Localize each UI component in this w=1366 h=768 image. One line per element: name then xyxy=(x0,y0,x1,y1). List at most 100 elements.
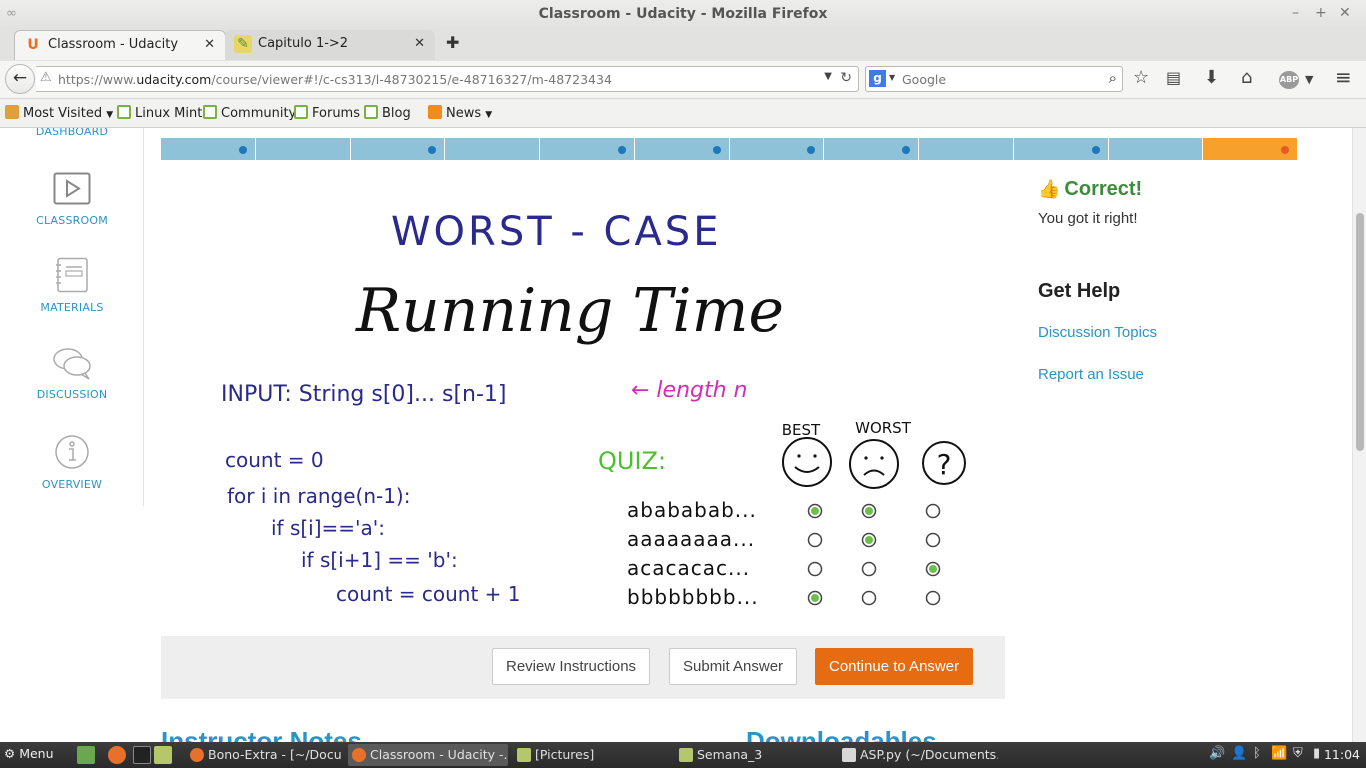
google-engine-icon[interactable]: g xyxy=(869,70,886,87)
page-scrollbar[interactable] xyxy=(1352,128,1366,742)
quiz-choice-radio[interactable] xyxy=(925,590,941,606)
user-icon[interactable]: 👤 xyxy=(1231,746,1247,761)
progress-segment[interactable] xyxy=(919,138,1013,160)
minimize-icon[interactable]: – xyxy=(1292,5,1299,21)
bookmark-blog[interactable]: Blog xyxy=(364,105,411,121)
close-tab-icon[interactable]: ✕ xyxy=(414,36,425,51)
sidebar-item-materials[interactable]: MATERIALS xyxy=(0,257,144,314)
engine-dropdown-icon[interactable]: ▼ xyxy=(889,73,895,82)
taskbar-window[interactable]: [Pictures] xyxy=(513,744,669,766)
quiz-choice-selected-mark xyxy=(811,507,819,515)
volume-icon[interactable]: 🔊 xyxy=(1209,746,1225,761)
progress-segment[interactable] xyxy=(634,138,729,160)
downloads-icon[interactable]: ⬇ xyxy=(1204,67,1219,88)
firefox-icon xyxy=(352,748,366,762)
shield-icon[interactable]: ⛨ xyxy=(1293,746,1303,761)
sidebar-item-classroom[interactable]: CLASSROOM xyxy=(0,172,144,227)
quiz-choice-radio[interactable] xyxy=(861,561,877,577)
mint-icon xyxy=(117,105,131,119)
terminal-launcher-icon[interactable] xyxy=(133,746,151,764)
quiz-choice-selected-mark xyxy=(865,507,873,515)
sidebar-item-discussion[interactable]: DISCUSSION xyxy=(0,346,144,401)
tab-label: Capitulo 1->2 xyxy=(258,36,349,51)
bookmark-star-icon[interactable]: ☆ xyxy=(1133,67,1149,88)
start-menu-button[interactable]: ⚙ Menu xyxy=(4,746,54,761)
quiz-choice-radio[interactable] xyxy=(807,532,823,548)
progress-segment[interactable] xyxy=(824,138,918,160)
back-button[interactable]: ← xyxy=(5,64,35,94)
report-issue-link[interactable]: Report an Issue xyxy=(1038,366,1144,383)
submit-answer-button[interactable]: Submit Answer xyxy=(669,648,798,685)
url-history-dropdown-icon[interactable]: ▼ xyxy=(824,71,832,82)
bookmark-community[interactable]: Community xyxy=(203,105,296,121)
progress-segment[interactable] xyxy=(161,138,255,160)
heading-worst-case: WORST - CASE xyxy=(391,209,721,255)
reload-icon[interactable]: ↻ xyxy=(840,70,852,86)
tab-capitulo[interactable]: ✎ Capitulo 1->2 ✕ xyxy=(225,30,435,60)
wifi-icon[interactable]: 📶 xyxy=(1271,746,1287,761)
sidebar-item-overview[interactable]: OVERVIEW xyxy=(0,434,144,491)
edit-favicon-icon: ✎ xyxy=(234,35,252,53)
taskbar-window[interactable]: ASP.py (~/Documents... xyxy=(838,744,998,766)
taskbar-window-active[interactable]: Classroom - Udacity -... xyxy=(348,744,508,766)
bookmark-most-visited[interactable]: Most Visited ▼ xyxy=(5,105,113,121)
review-instructions-button[interactable]: Review Instructions xyxy=(492,648,651,685)
maximize-icon[interactable]: + xyxy=(1315,5,1327,21)
bluetooth-icon[interactable]: ᛒ xyxy=(1253,746,1261,761)
search-icon[interactable]: ⌕ xyxy=(1109,69,1117,87)
adblock-icon[interactable]: ABP xyxy=(1279,71,1299,89)
adblock-dropdown-icon[interactable]: ▼ xyxy=(1305,73,1313,86)
udacity-favicon-icon: U xyxy=(27,37,39,53)
bookmark-linux-mint[interactable]: Linux Mint xyxy=(117,105,202,121)
lesson-video[interactable]: WORST - CASE Running Time INPUT: String … xyxy=(161,173,1005,636)
hamburger-menu-icon[interactable]: ≡ xyxy=(1335,65,1352,89)
progress-segment[interactable] xyxy=(1013,138,1108,160)
completed-dot-icon xyxy=(428,146,437,154)
tab-classroom-udacity[interactable]: U Classroom - Udacity ✕ xyxy=(14,30,226,60)
taskbar-window[interactable]: Semana_3 xyxy=(675,744,831,766)
scrollbar-thumb[interactable] xyxy=(1356,213,1364,451)
progress-segment[interactable] xyxy=(445,138,539,160)
quiz-choice-radio[interactable] xyxy=(925,503,941,519)
close-tab-icon[interactable]: ✕ xyxy=(204,37,215,52)
search-bar[interactable]: g ▼ ⌕ xyxy=(865,66,1123,92)
home-icon[interactable]: ⌂ xyxy=(1241,67,1252,88)
taskbar-window[interactable]: Bono-Extra - [~/Docu... xyxy=(186,744,342,766)
quiz-choice-radio[interactable] xyxy=(807,561,823,577)
bookmark-news[interactable]: News ▼ xyxy=(428,105,492,121)
progress-segment[interactable] xyxy=(1203,138,1297,160)
close-window-icon[interactable]: ✕ xyxy=(1339,5,1351,21)
url-bar[interactable]: ⚠ https://www.udacity.com/course/viewer#… xyxy=(36,66,859,92)
progress-segment[interactable] xyxy=(350,138,445,160)
taskbar: ⚙ Menu Bono-Extra - [~/Docu... Classroom… xyxy=(0,742,1366,768)
page-content: DASHBOARD CLASSROOM MATERIALS DISCUSSION… xyxy=(0,128,1366,742)
progress-segment[interactable] xyxy=(1108,138,1203,160)
show-desktop-icon[interactable] xyxy=(77,746,95,764)
bookmarks-list-icon[interactable]: ▤ xyxy=(1166,68,1181,87)
site-info-icon[interactable]: ⚠ xyxy=(40,70,52,85)
rss-icon xyxy=(428,105,442,119)
window-titlebar: ∞ Classroom - Udacity - Mozilla Firefox … xyxy=(0,0,1366,29)
sidebar-item-label: MATERIALS xyxy=(40,301,104,314)
dashboard-link[interactable]: DASHBOARD xyxy=(0,128,144,138)
bookmark-forums[interactable]: Forums xyxy=(294,105,360,121)
quiz-row-label: bbbbbbbb... xyxy=(627,585,759,609)
progress-segment[interactable] xyxy=(540,138,634,160)
quiz-choice-radio[interactable] xyxy=(861,590,877,606)
quiz-choice-selected-mark xyxy=(929,565,937,573)
battery-icon[interactable]: ▮ xyxy=(1313,746,1320,761)
continue-to-answer-button[interactable]: Continue to Answer xyxy=(815,648,974,685)
firefox-launcher-icon[interactable] xyxy=(108,746,126,764)
code-line: count = 0 xyxy=(225,448,324,472)
quiz-row-label: abababab... xyxy=(627,498,757,522)
discussion-topics-link[interactable]: Discussion Topics xyxy=(1038,324,1157,341)
progress-segment[interactable] xyxy=(255,138,350,160)
files-launcher-icon[interactable] xyxy=(154,746,172,764)
quiz-choice-radio[interactable] xyxy=(925,532,941,548)
new-tab-icon[interactable]: ✚ xyxy=(446,33,459,52)
chat-icon xyxy=(53,348,91,380)
folder-icon xyxy=(5,105,19,119)
search-input[interactable] xyxy=(902,70,1092,88)
quiz-row-label: acacacac... xyxy=(627,556,750,580)
progress-segment[interactable] xyxy=(729,138,824,160)
